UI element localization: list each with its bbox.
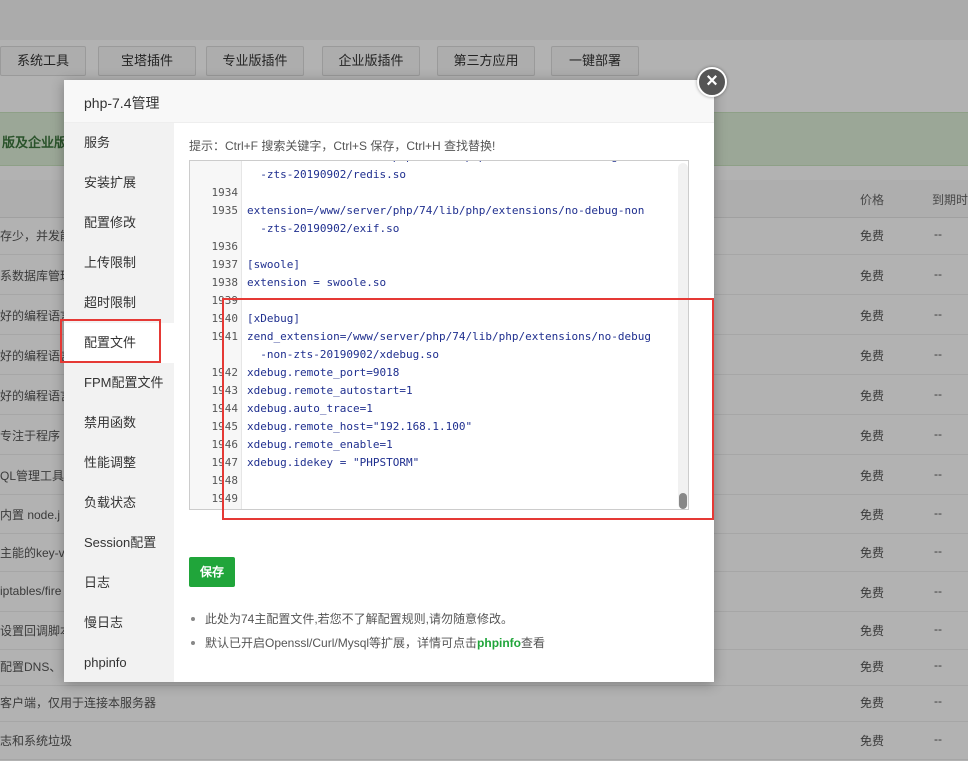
sidebar-item[interactable]: 性能调整	[64, 443, 174, 483]
line-number: 1935	[211, 204, 239, 217]
code-line: 1936	[190, 238, 680, 256]
line-number: 1936	[211, 240, 239, 253]
modal-header: php-7.4管理	[64, 80, 714, 123]
note-item: 默认已开启Openssl/Curl/Mysql等扩展，详情可点击phpinfo查…	[189, 631, 689, 655]
code-line: 1937 [swoole]	[190, 256, 680, 274]
modal-sidebar: 服务 安装扩展 配置修改 上传限制 超时限制 配置文件 FPM配置文件 禁用函数 性能调整 负载状…	[64, 123, 174, 682]
line-text: -zts-20190902/redis.so	[247, 168, 406, 181]
note-suffix: 查看	[521, 636, 546, 650]
sidebar-item[interactable]: 服务	[64, 123, 174, 163]
sidebar-item[interactable]: phpinfo	[64, 643, 174, 683]
sidebar-item[interactable]: Session配置	[64, 523, 174, 563]
note-item: 此处为74主配置文件,若您不了解配置规则,请勿随意修改。	[189, 607, 689, 631]
line-text: extension=/www/server/php/74/lib/php/ext…	[247, 204, 645, 217]
sidebar-highlight-annotation	[60, 319, 161, 363]
code-line: 1935 extension=/www/server/php/74/lib/php…	[190, 202, 680, 220]
line-text: -zts-20190902/exif.so	[247, 222, 400, 235]
line-number: 1937	[211, 258, 239, 271]
sidebar-item[interactable]: 日志	[64, 563, 174, 603]
line-number: 1934	[211, 186, 239, 199]
code-line: 1938 extension = swoole.so	[190, 274, 680, 292]
code-line: 1934	[190, 184, 680, 202]
code-line: -zts-20190902/exif.so	[190, 220, 680, 238]
sidebar-item[interactable]: 超时限制	[64, 283, 174, 323]
sidebar-item[interactable]: 负载状态	[64, 483, 174, 523]
note-text: 默认已开启Openssl/Curl/Mysql等扩展，详情可点击	[205, 636, 478, 650]
editor-highlight-annotation	[222, 298, 714, 520]
line-text: extension = swoole.so	[247, 276, 387, 289]
close-icon[interactable]: ×	[697, 67, 727, 97]
sidebar-item[interactable]: 安装扩展	[64, 163, 174, 203]
sidebar-item[interactable]: 上传限制	[64, 243, 174, 283]
line-number: 1938	[211, 276, 239, 289]
bullet-icon	[191, 617, 195, 621]
sidebar-item[interactable]: 慢日志	[64, 603, 174, 643]
editor-tip: 提示：Ctrl+F 搜索关键字，Ctrl+S 保存，Ctrl+H 查找替换!	[189, 139, 496, 153]
sidebar-item[interactable]: 配置修改	[64, 203, 174, 243]
phpinfo-link[interactable]: phpinfo	[477, 636, 521, 650]
line-text: [swoole]	[247, 258, 300, 271]
sidebar-item[interactable]: 禁用函数	[64, 403, 174, 443]
note-text: 此处为74主配置文件,若您不了解配置规则,请勿随意修改。	[205, 612, 514, 626]
modal-title: php-7.4管理	[84, 95, 160, 111]
bullet-icon	[191, 641, 195, 645]
save-button[interactable]: 保存	[189, 557, 235, 587]
sidebar-item[interactable]: FPM配置文件	[64, 363, 174, 403]
code-line: -zts-20190902/redis.so	[190, 166, 680, 184]
notes-list: 此处为74主配置文件,若您不了解配置规则,请勿随意修改。 默认已开启Openss…	[189, 607, 689, 655]
